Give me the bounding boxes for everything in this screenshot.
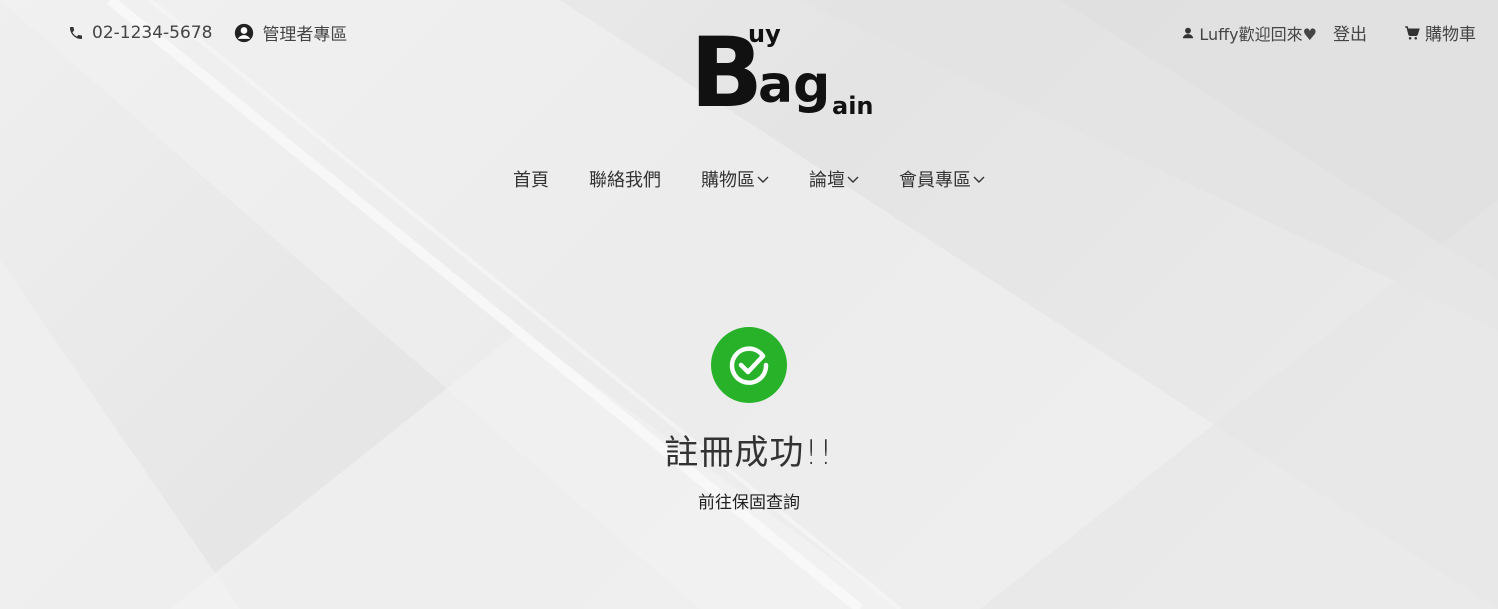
- chevron-down-icon: [973, 176, 985, 183]
- user-circle-icon: [235, 23, 254, 42]
- nav-item-forum[interactable]: 論壇: [809, 166, 859, 192]
- warranty-query-link[interactable]: 前往保固查詢: [698, 488, 800, 513]
- phone-icon: [70, 26, 82, 39]
- admin-area-label: 管理者專區: [262, 25, 348, 45]
- success-badge: [711, 327, 787, 403]
- nav-label: 論壇: [809, 170, 845, 191]
- member-welcome[interactable]: Luffy歡迎回來♥: [1181, 21, 1317, 45]
- logout-link[interactable]: 登出: [1333, 20, 1367, 45]
- chevron-down-icon: [847, 176, 859, 183]
- logout-label: 登出: [1333, 25, 1367, 45]
- nav-item-member[interactable]: 會員專區: [899, 166, 985, 192]
- logo-ag: ag: [758, 55, 830, 115]
- nav-item-shop[interactable]: 購物區: [701, 166, 769, 192]
- nav-item-home[interactable]: 首頁: [513, 166, 549, 192]
- nav-label: 會員專區: [899, 170, 971, 191]
- nav-item-contact[interactable]: 聯絡我們: [589, 166, 661, 192]
- phone-number: 02-1234-5678: [92, 22, 213, 43]
- phone-link[interactable]: 02-1234-5678: [68, 23, 212, 43]
- nav-label: 聯絡我們: [589, 170, 661, 191]
- logo-uy: uy: [748, 20, 781, 48]
- cart-label: 購物車: [1425, 25, 1476, 45]
- nav-label: 購物區: [701, 170, 755, 191]
- top-right-group: Luffy歡迎回來♥ 登出 購物車: [1181, 20, 1476, 45]
- admin-area-link[interactable]: 管理者專區: [234, 20, 347, 45]
- cart-link[interactable]: 購物車: [1403, 20, 1476, 45]
- user-icon: [1183, 27, 1194, 38]
- cart-icon: [1405, 25, 1420, 40]
- main-nav: 首頁 聯絡我們 購物區 論壇 會員專區: [0, 166, 1498, 192]
- top-left-group: 02-1234-5678 管理者專區: [68, 20, 347, 45]
- nav-label: 首頁: [513, 170, 549, 191]
- check-circle-icon: [729, 346, 769, 385]
- logo-ain: ain: [832, 92, 874, 120]
- brand-logo[interactable]: B uy ag ain: [690, 17, 880, 129]
- success-title: 註冊成功!!: [664, 433, 834, 473]
- registration-result: 註冊成功!! 前往保固查詢: [0, 327, 1498, 513]
- welcome-text: Luffy歡迎回來♥: [1199, 24, 1317, 44]
- chevron-down-icon: [757, 176, 769, 183]
